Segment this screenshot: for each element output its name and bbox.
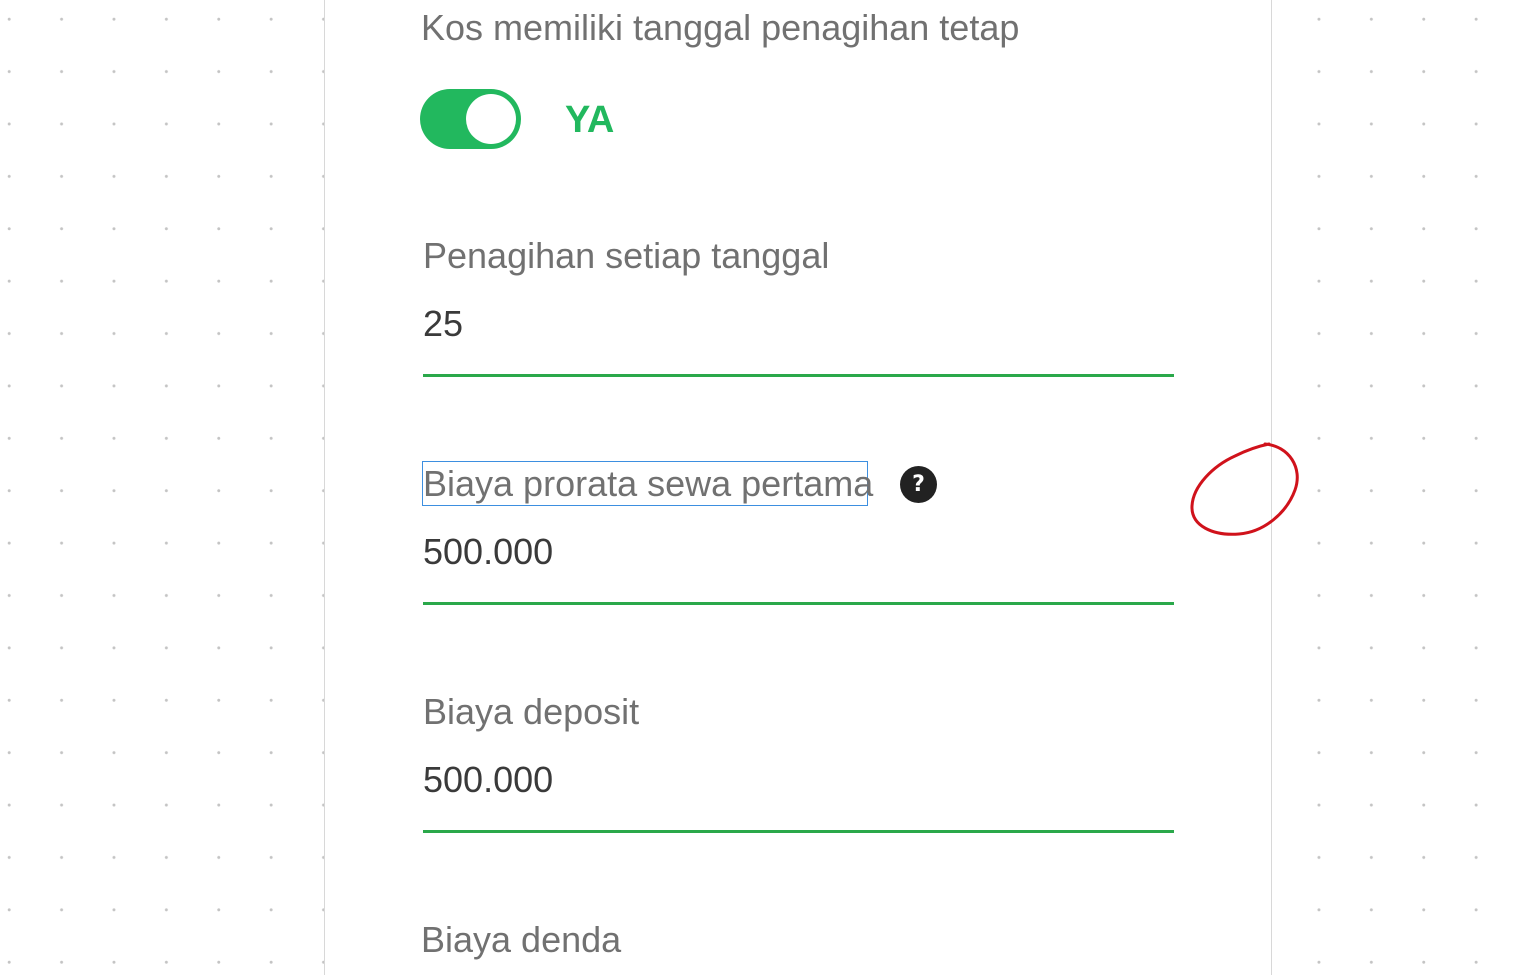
prorata-fee-label: Biaya prorata sewa pertama bbox=[423, 463, 874, 504]
annotation-circle-icon bbox=[1190, 442, 1299, 536]
deposit-fee-label: Biaya deposit bbox=[423, 691, 640, 732]
fixed-billing-toggle[interactable] bbox=[420, 89, 521, 149]
prorata-fee-input[interactable]: 500.000 bbox=[423, 530, 553, 574]
fixed-billing-label: Kos memiliki tanggal penagihan tetap bbox=[421, 7, 1020, 48]
deposit-fee-input[interactable]: 500.000 bbox=[423, 758, 553, 802]
deposit-fee-underline bbox=[423, 830, 1174, 833]
billing-date-underline bbox=[423, 374, 1174, 377]
settings-panel: Kos memiliki tanggal penagihan tetap YA … bbox=[324, 0, 1299, 975]
toggle-knob bbox=[466, 94, 516, 144]
prorata-fee-underline bbox=[423, 602, 1174, 605]
billing-date-label: Penagihan setiap tanggal bbox=[423, 235, 830, 276]
billing-date-input[interactable]: 25 bbox=[423, 302, 463, 346]
help-icon[interactable]: ? bbox=[900, 466, 937, 503]
toggle-state-label: YA bbox=[565, 99, 615, 141]
late-fee-label: Biaya denda bbox=[421, 919, 622, 960]
